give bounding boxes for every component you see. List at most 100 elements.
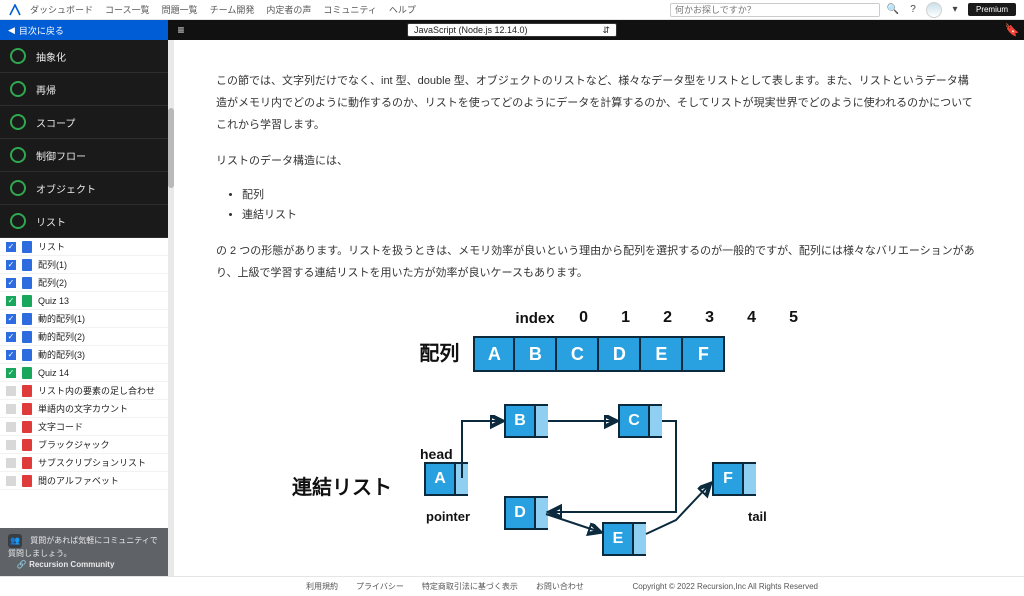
search-icon[interactable]: 🔍 — [886, 3, 900, 17]
sidebar-section-label: オブジェクト — [36, 181, 96, 196]
array-cell: F — [683, 336, 725, 372]
nav-team[interactable]: チーム開発 — [210, 3, 255, 16]
file-icon — [22, 241, 32, 253]
progress-circle-icon — [10, 114, 26, 130]
sidebar-footer-line1: 質問があれば気軽にコミュニティで質問しましょう。 — [8, 536, 158, 558]
check-icon: ✓ — [6, 350, 16, 360]
nav-problems[interactable]: 問題一覧 — [162, 3, 198, 16]
sidebar-section-label: 抽象化 — [36, 49, 66, 64]
sidebar-item-label: ブラックジャック — [38, 438, 110, 451]
avatar[interactable] — [926, 2, 942, 18]
premium-badge[interactable]: Premium — [968, 3, 1016, 16]
list-item-linkedlist: 連結リスト — [242, 206, 976, 226]
chevron-updown-icon: ⇵ — [602, 25, 610, 36]
sidebar-item[interactable]: ✓ リスト — [0, 238, 168, 256]
file-icon — [22, 367, 32, 379]
array-index: 3 — [689, 302, 731, 334]
sidebar-item[interactable]: 間のアルファベット — [0, 472, 168, 490]
sidebar-item[interactable]: サブスクリプションリスト — [0, 454, 168, 472]
linkedlist-arrows — [316, 404, 876, 574]
check-icon: ✓ — [6, 260, 16, 270]
sidebar-footer[interactable]: 👥 質問があれば気軽にコミュニティで質問しましょう。 🔗 Recursion C… — [0, 528, 168, 576]
check-icon: ✓ — [6, 242, 16, 252]
file-icon — [22, 475, 32, 487]
discord-icon: 👥 — [8, 534, 22, 548]
sidebar-item[interactable]: ✓ 配列(1) — [0, 256, 168, 274]
footer-contact[interactable]: お問い合わせ — [536, 581, 584, 592]
sidebar-item-label: 動的配列(1) — [38, 312, 85, 325]
sidebar-item-label: リスト — [38, 240, 65, 253]
array-index: 1 — [605, 302, 647, 334]
sidebar-item-label: 間のアルファベット — [38, 474, 119, 487]
file-icon — [22, 403, 32, 415]
array-index: 0 — [563, 302, 605, 334]
file-icon — [22, 331, 32, 343]
footer-terms[interactable]: 利用規約 — [306, 581, 338, 592]
sidebar: 抽象化再帰スコープ制御フローオブジェクトリスト ✓リスト✓配列(1)✓配列(2)… — [0, 40, 168, 576]
nav-community[interactable]: コミュニティ — [323, 3, 376, 16]
nav-courses[interactable]: コース一覧 — [105, 3, 150, 16]
bookmark-icon[interactable]: 🔖 — [1000, 23, 1024, 37]
sidebar-section[interactable]: 抽象化 — [0, 40, 168, 73]
sidebar-item-label: 動的配列(3) — [38, 348, 85, 361]
sidebar-item[interactable]: ✓ 動的配列(3) — [0, 346, 168, 364]
sidebar-item[interactable]: 文字コード — [0, 418, 168, 436]
sidebar-section[interactable]: 制御フロー — [0, 139, 168, 172]
sidebar-item-label: リスト内の要素の足し合わせ — [38, 384, 155, 397]
top-nav: ダッシュボード コース一覧 問題一覧 チーム開発 内定者の声 コミュニティ ヘル… — [30, 3, 416, 16]
help-icon[interactable]: ? — [906, 3, 920, 17]
back-to-toc-label: 目次に戻る — [19, 24, 64, 37]
array-index: 5 — [773, 302, 815, 334]
user-menu-caret-icon[interactable]: ▾ — [948, 3, 962, 17]
logo-icon[interactable] — [8, 3, 22, 17]
sidebar-item[interactable]: リスト内の要素の足し合わせ — [0, 382, 168, 400]
sidebar-item-label: サブスクリプションリスト — [38, 456, 146, 469]
file-icon — [22, 277, 32, 289]
paragraph-expl: の 2 つの形態があります。リストを扱うときは、メモリ効率が良いという理由から配… — [216, 240, 976, 284]
check-icon — [6, 458, 16, 468]
footer-privacy[interactable]: プライバシー — [356, 581, 404, 592]
check-icon: ✓ — [6, 314, 16, 324]
sidebar-item[interactable]: ブラックジャック — [0, 436, 168, 454]
sidebar-section[interactable]: スコープ — [0, 106, 168, 139]
sidebar-item-label: 動的配列(2) — [38, 330, 85, 343]
ribbon: ◀ 目次に戻る ≡ JavaScript (Node.js 12.14.0) ⇵… — [0, 20, 1024, 40]
sidebar-section-label: 再帰 — [36, 82, 56, 97]
list-item-array: 配列 — [242, 186, 976, 206]
check-icon: ✓ — [6, 278, 16, 288]
footer-commerce[interactable]: 特定商取引法に基づく表示 — [422, 581, 518, 592]
sidebar-item[interactable]: ✓ 動的配列(2) — [0, 328, 168, 346]
nav-dashboard[interactable]: ダッシュボード — [30, 3, 93, 16]
progress-circle-icon — [10, 213, 26, 229]
check-icon — [6, 422, 16, 432]
file-icon — [22, 457, 32, 469]
back-to-toc[interactable]: ◀ 目次に戻る — [0, 20, 168, 40]
sidebar-item[interactable]: ✓ 配列(2) — [0, 274, 168, 292]
sidebar-item-label: Quiz 13 — [38, 296, 69, 306]
sidebar-item[interactable]: ✓Quiz 13 — [0, 292, 168, 310]
sidebar-section[interactable]: リスト — [0, 205, 168, 238]
check-icon: ✓ — [6, 332, 16, 342]
file-icon — [22, 295, 32, 307]
file-icon — [22, 385, 32, 397]
sidebar-item[interactable]: 単語内の文字カウント — [0, 400, 168, 418]
nav-voices[interactable]: 内定者の声 — [266, 3, 311, 16]
progress-circle-icon — [10, 147, 26, 163]
search-input[interactable] — [675, 5, 875, 15]
sidebar-item-label: 配列(2) — [38, 276, 67, 289]
sidebar-item[interactable]: ✓ 動的配列(1) — [0, 310, 168, 328]
language-select[interactable]: JavaScript (Node.js 12.14.0) ⇵ — [407, 23, 617, 37]
search-box[interactable] — [670, 3, 880, 17]
figure-array: index 012345 配列 ABCDEF — [216, 302, 976, 374]
sidebar-item-label: Quiz 14 — [38, 368, 69, 378]
sidebar-section-label: 制御フロー — [36, 148, 86, 163]
sidebar-section[interactable]: 再帰 — [0, 73, 168, 106]
hamburger-icon[interactable]: ≡ — [168, 23, 194, 37]
nav-help[interactable]: ヘルプ — [389, 3, 416, 16]
top-bar: ダッシュボード コース一覧 問題一覧 チーム開発 内定者の声 コミュニティ ヘル… — [0, 0, 1024, 20]
sidebar-item-label: 配列(1) — [38, 258, 67, 271]
sidebar-item[interactable]: ✓Quiz 14 — [0, 364, 168, 382]
sidebar-section[interactable]: オブジェクト — [0, 172, 168, 205]
file-icon — [22, 259, 32, 271]
file-icon — [22, 421, 32, 433]
